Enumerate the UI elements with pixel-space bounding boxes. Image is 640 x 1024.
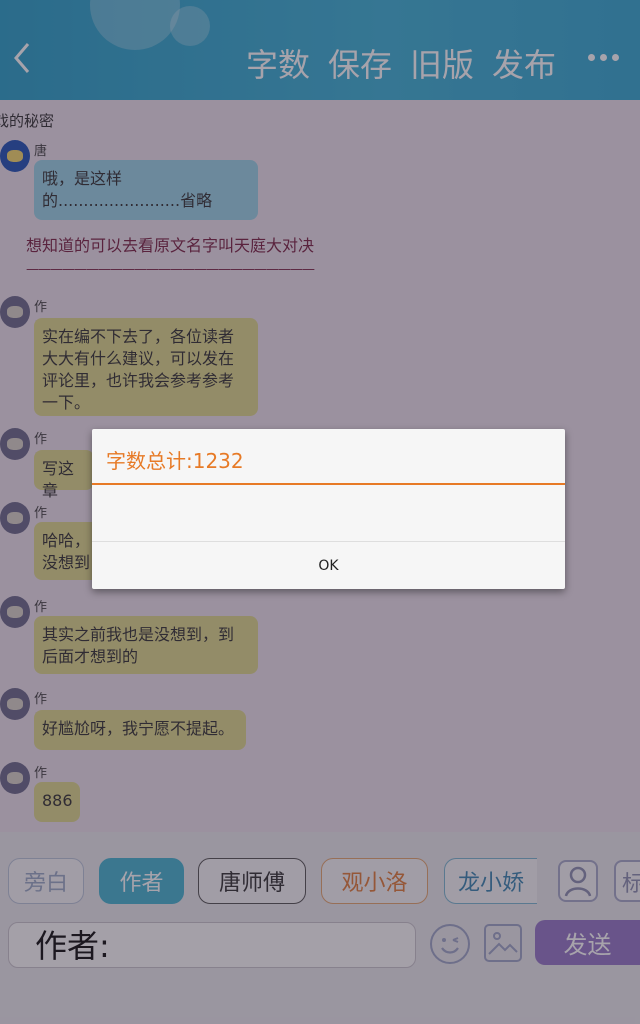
ok-button[interactable]: OK — [92, 542, 565, 589]
dialog-divider — [92, 483, 565, 485]
word-count-dialog: 字数总计:1232 OK — [92, 429, 565, 589]
dialog-title: 字数总计:1232 — [106, 449, 244, 473]
